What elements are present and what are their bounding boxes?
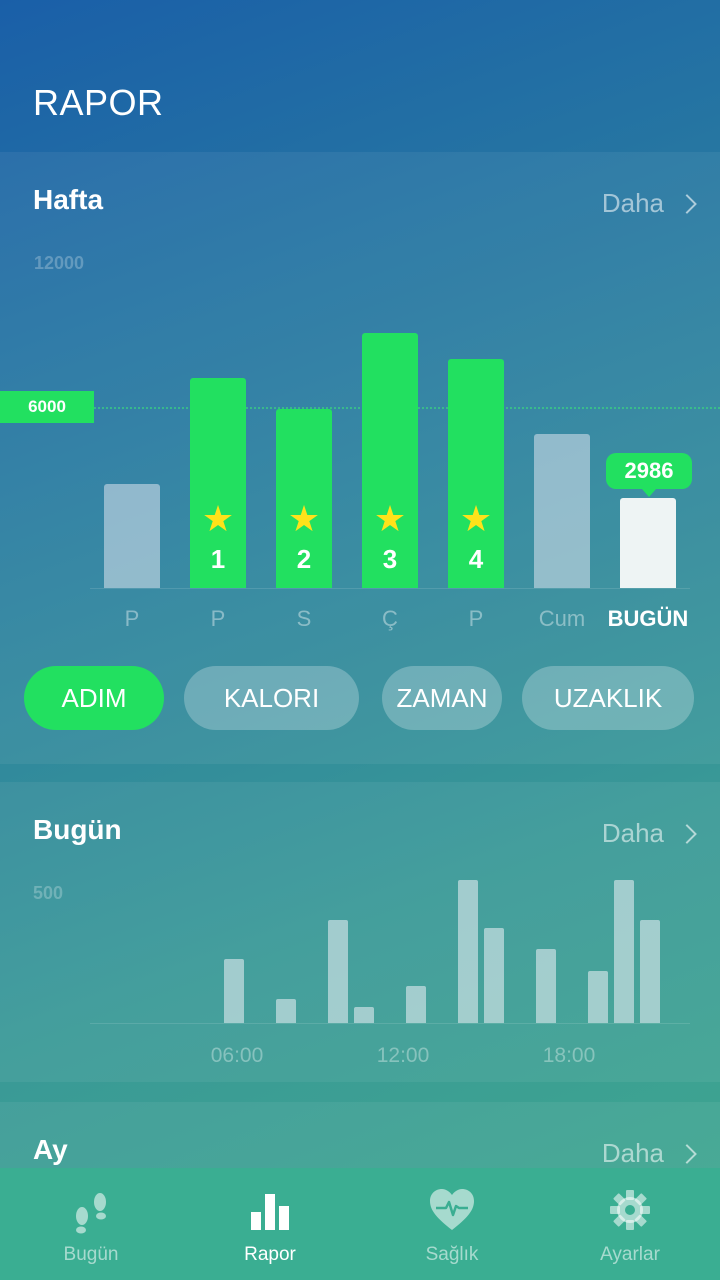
goal-tag: 6000 — [0, 391, 94, 423]
star-icon: ★ — [373, 498, 407, 539]
tab-saglik[interactable]: Sağlık — [362, 1168, 542, 1280]
today-baseline — [90, 1023, 690, 1024]
week-baseline — [90, 588, 690, 589]
day-label: BUGÜN — [607, 606, 689, 631]
hour-bar-9 — [536, 949, 556, 1023]
week-bar-0[interactable] — [104, 484, 160, 588]
tab-rapor-label: Rapor — [244, 1244, 296, 1265]
month-more-link[interactable]: Daha — [601, 1138, 697, 1169]
week-y-max-label: 12000 — [34, 253, 85, 273]
day-label: S — [296, 606, 312, 631]
month-more-label: Daha — [601, 1138, 664, 1168]
hour-bar-12 — [640, 920, 660, 1023]
hour-bar-5 — [406, 986, 426, 1023]
week-bar-6[interactable] — [620, 498, 676, 588]
tab-uzaklik[interactable]: UZAKLIK — [522, 666, 694, 730]
star-icon: ★ — [201, 498, 235, 539]
star-icon: ★ — [459, 498, 493, 539]
today-value-badge: 2986 — [606, 453, 692, 497]
star-count-label: 4 — [468, 544, 484, 574]
tab-ayarlar[interactable]: Ayarlar — [540, 1168, 720, 1280]
day-label: Ç — [382, 606, 398, 631]
tab-bugun-label: Bugün — [63, 1244, 119, 1265]
tab-kalori[interactable]: KALORI — [184, 666, 359, 730]
hour-bar-10 — [588, 971, 608, 1023]
star-count-label: 2 — [296, 544, 312, 574]
hour-bar-3 — [328, 920, 348, 1023]
star-icon: ★ — [287, 498, 321, 539]
month-title: Ay — [33, 1134, 68, 1165]
hour-bar-1 — [224, 959, 244, 1023]
heart-pulse-icon — [430, 1189, 474, 1230]
star-count-label: 1 — [210, 544, 226, 574]
bottom-tab-bar: Bugün Rapor Sağlık Ayarlar — [0, 1168, 720, 1280]
hour-bar-2 — [276, 999, 296, 1023]
week-more-label: Daha — [601, 188, 664, 218]
week-more-link[interactable]: Daha — [601, 188, 697, 219]
day-label: P — [124, 606, 140, 631]
tab-saglik-label: Sağlık — [425, 1244, 479, 1265]
page-title: RAPOR — [33, 82, 164, 123]
week-bar-5[interactable] — [534, 434, 590, 588]
today-more-label: Daha — [601, 818, 664, 848]
chevron-right-icon — [677, 193, 697, 214]
tab-bugun[interactable]: Bugün — [1, 1168, 181, 1280]
gear-icon — [610, 1190, 650, 1230]
chevron-right-icon — [677, 823, 697, 844]
today-title: Bugün — [33, 814, 122, 845]
today-more-link[interactable]: Daha — [601, 818, 697, 849]
chevron-right-icon — [677, 1143, 697, 1164]
star-count-label: 3 — [382, 544, 398, 574]
time-label-0600: 06:00 — [210, 1044, 264, 1067]
tab-rapor[interactable]: Rapor — [180, 1168, 360, 1280]
tab-adim[interactable]: ADIM — [24, 666, 164, 730]
today-y-max-label: 500 — [33, 883, 64, 903]
day-label: P — [468, 606, 484, 631]
hour-bar-4 — [354, 1007, 374, 1023]
tab-ayarlar-label: Ayarlar — [600, 1244, 660, 1265]
day-label: P — [210, 606, 226, 631]
hour-bar-11 — [614, 880, 634, 1023]
tab-zaman[interactable]: ZAMAN — [382, 666, 502, 730]
bar-chart-icon — [251, 1194, 289, 1230]
time-label-1800: 18:00 — [542, 1044, 596, 1067]
footprints-icon — [76, 1193, 106, 1234]
time-label-1200: 12:00 — [376, 1044, 430, 1067]
hour-bar-7 — [484, 928, 504, 1023]
week-title: Hafta — [33, 184, 104, 215]
day-label: Cum — [538, 606, 586, 631]
hour-bar-6 — [458, 880, 478, 1023]
header: RAPOR — [0, 0, 720, 152]
